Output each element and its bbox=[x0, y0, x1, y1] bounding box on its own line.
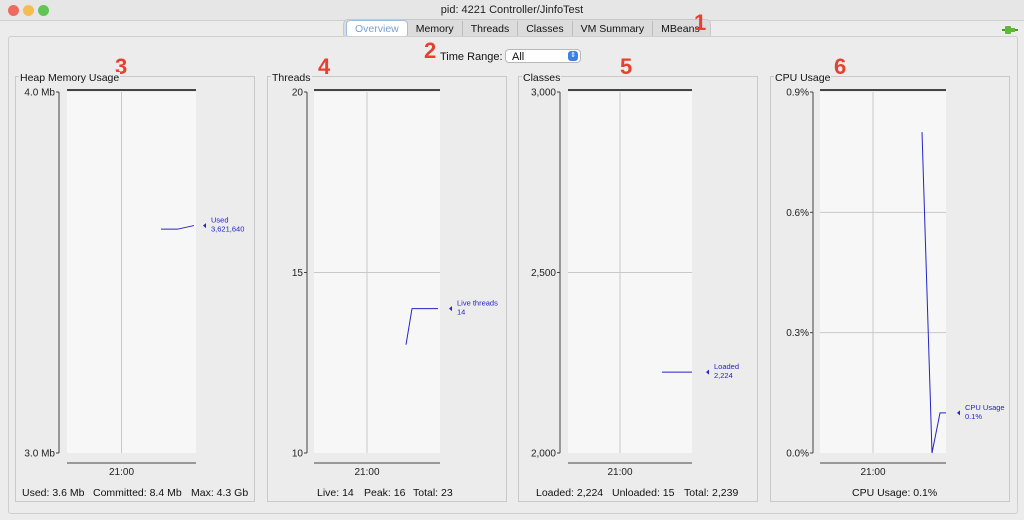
threads-live-stat: Live: 14 bbox=[317, 487, 354, 499]
heap-marker-icon bbox=[203, 223, 206, 229]
cpu-y-tick-label: 0.9% bbox=[786, 88, 809, 99]
heap-used-stat: Used: 3.6 Mb bbox=[22, 487, 85, 499]
heap-y-tick-label: 3.0 Mb bbox=[24, 449, 55, 460]
heap-committed-stat: Committed: 8.4 Mb bbox=[93, 487, 182, 499]
heap-memory-chart: 4.0 Mb 3.0 Mb 21:00 Used3,621,640 bbox=[24, 88, 244, 479]
threads-y-tick-label: 10 bbox=[292, 449, 304, 460]
cpu-series-name-label: CPU Usage bbox=[965, 403, 1005, 412]
threads-x-tick-label: 21:00 bbox=[354, 467, 379, 478]
classes-total-stat: Total: 2,239 bbox=[684, 487, 739, 499]
heap-max-stat: Max: 4.3 Gb bbox=[191, 487, 249, 499]
heap-series-value-label: 3,621,640 bbox=[211, 225, 244, 234]
heap-x-tick-label: 21:00 bbox=[109, 467, 134, 478]
threads-series-name-label: Live threads bbox=[457, 299, 498, 308]
heap-series-name-label: Used bbox=[211, 216, 229, 225]
cpu-usage-stat: CPU Usage: 0.1% bbox=[852, 487, 938, 499]
classes-chart: 3,000 2,500 2,000 21:00 Loaded2,224 bbox=[531, 88, 739, 479]
cpu-usage-chart: 0.9% 0.6% 0.3% 0.0% 21:00 CPU Usage0.1% bbox=[786, 88, 1004, 479]
cpu-plot-area bbox=[820, 92, 946, 453]
cpu-y-tick-label: 0.3% bbox=[786, 328, 809, 339]
threads-total-stat: Total: 23 bbox=[413, 487, 453, 499]
classes-marker-icon bbox=[706, 369, 709, 375]
threads-peak-stat: Peak: 16 bbox=[364, 487, 406, 499]
threads-chart: 20 15 10 21:00 Live threads14 bbox=[292, 88, 498, 479]
classes-y-tick-label: 2,000 bbox=[531, 449, 556, 460]
classes-x-tick-label: 21:00 bbox=[607, 467, 632, 478]
classes-y-tick-label: 2,500 bbox=[531, 268, 556, 279]
cpu-series-value-label: 0.1% bbox=[965, 412, 982, 421]
cpu-x-tick-label: 21:00 bbox=[860, 467, 885, 478]
threads-y-tick-label: 20 bbox=[292, 88, 304, 99]
classes-y-tick-label: 3,000 bbox=[531, 88, 556, 99]
threads-marker-icon bbox=[449, 306, 452, 312]
cpu-marker-icon bbox=[957, 410, 960, 416]
cpu-y-tick-label: 0.0% bbox=[786, 449, 809, 460]
heap-plot-area bbox=[67, 92, 196, 453]
classes-series-name-label: Loaded bbox=[714, 362, 739, 371]
classes-series-value-label: 2,224 bbox=[714, 371, 733, 380]
threads-series-value-label: 14 bbox=[457, 308, 465, 317]
classes-unloaded-stat: Unloaded: 15 bbox=[612, 487, 675, 499]
threads-y-tick-label: 15 bbox=[292, 268, 304, 279]
classes-loaded-stat: Loaded: 2,224 bbox=[536, 487, 604, 499]
heap-y-tick-label: 4.0 Mb bbox=[24, 88, 55, 99]
charts-layer: 4.0 Mb 3.0 Mb 21:00 Used3,621,640 20 15 10 21:… bbox=[24, 88, 1004, 479]
cpu-y-tick-label: 0.6% bbox=[786, 208, 809, 219]
